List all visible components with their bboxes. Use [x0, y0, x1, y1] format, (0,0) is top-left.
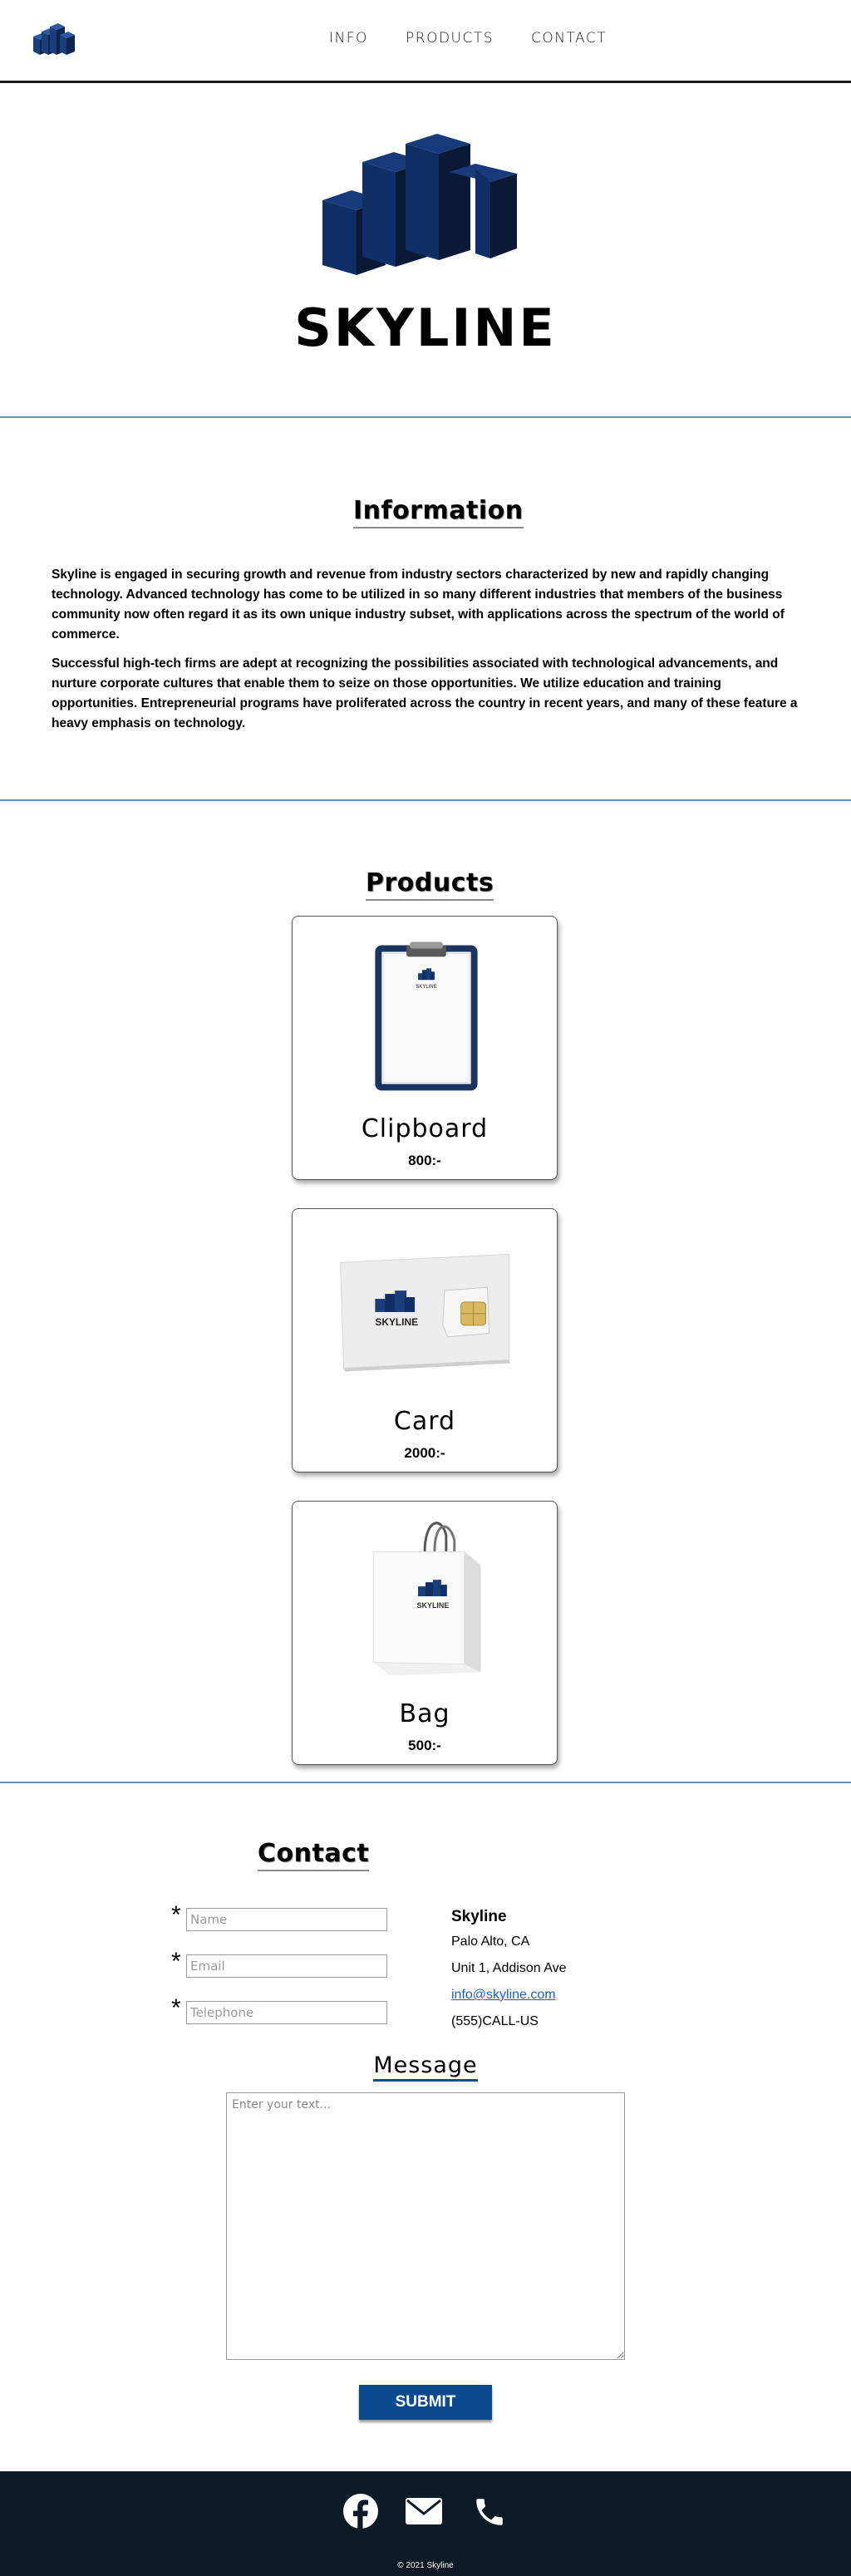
- footer-copyright: © 2021 Skyline: [397, 2561, 454, 2570]
- contact-phone: (555)CALL-US: [451, 2014, 539, 2028]
- info-paragraph-1: Skyline is engaged in securing growth an…: [52, 568, 785, 642]
- section-divider: [0, 416, 851, 418]
- product-price: 800:-: [408, 1153, 441, 1168]
- products-title: Products: [366, 868, 494, 901]
- sim-card-image: SKYLINE: [340, 1253, 511, 1372]
- email-field[interactable]: [186, 1954, 387, 1978]
- product-price: 2000:-: [404, 1445, 445, 1461]
- hero-section: SKYLINE: [0, 86, 851, 416]
- skyline-logo-icon: [33, 23, 75, 55]
- contact-address: Unit 1, Addison Ave: [451, 1961, 567, 1975]
- product-card-bag[interactable]: SKYLINE Bag 500:-: [292, 1501, 558, 1765]
- phone-icon[interactable]: [472, 2495, 507, 2529]
- clipboard-image: SKYLINE: [375, 941, 478, 1091]
- facebook-icon[interactable]: [342, 2493, 379, 2529]
- product-card-card[interactable]: SKYLINE Card 2000:-: [292, 1208, 558, 1472]
- bag-image: SKYLINE: [372, 1522, 481, 1676]
- product-name: Clipboard: [361, 1114, 489, 1143]
- nav-link-products[interactable]: PRODUCTS: [406, 30, 494, 47]
- required-mark: *: [171, 1901, 181, 1929]
- required-mark: *: [171, 1994, 181, 2022]
- skyline-hero-logo-icon: [322, 134, 517, 275]
- contact-title: Contact: [258, 1839, 370, 1871]
- info-title: Information: [353, 496, 524, 528]
- navbar: INFO PRODUCTS CONTACT: [0, 0, 851, 83]
- name-field[interactable]: [186, 1908, 387, 1931]
- bag-logo-text: SKYLINE: [417, 1601, 450, 1610]
- product-price: 500:-: [408, 1738, 441, 1753]
- hero-title: SKYLINE: [294, 297, 557, 358]
- contact-city: Palo Alto, CA: [451, 1934, 530, 1949]
- nav-link-info[interactable]: INFO: [329, 30, 368, 47]
- message-title: Message: [0, 2052, 851, 2082]
- required-mark: *: [171, 1948, 181, 1975]
- contact-company: Skyline: [451, 1908, 507, 1925]
- product-name: Bag: [399, 1699, 450, 1728]
- product-card-clipboard[interactable]: SKYLINE Clipboard 800:-: [292, 916, 558, 1180]
- nav-logo[interactable]: [32, 22, 83, 61]
- section-divider: [0, 1782, 851, 1783]
- section-divider: [0, 799, 851, 801]
- message-title-text: Message: [373, 2052, 478, 2082]
- footer-icons: [339, 2490, 514, 2533]
- submit-button[interactable]: SUBMIT: [359, 2385, 492, 2420]
- info-paragraph-2: Successful high-tech firms are adept at …: [52, 656, 798, 730]
- mail-icon[interactable]: [406, 2498, 442, 2524]
- telephone-field[interactable]: [186, 2001, 387, 2024]
- clipboard-logo-text: SKYLINE: [416, 985, 436, 990]
- product-name: Card: [393, 1407, 456, 1436]
- footer: © 2021 Skyline: [0, 2471, 851, 2576]
- contact-email-link[interactable]: info@skyline.com: [451, 1988, 556, 2003]
- card-logo-text: SKYLINE: [375, 1316, 418, 1328]
- message-textarea[interactable]: [226, 2092, 625, 2360]
- nav-link-contact[interactable]: CONTACT: [531, 30, 607, 47]
